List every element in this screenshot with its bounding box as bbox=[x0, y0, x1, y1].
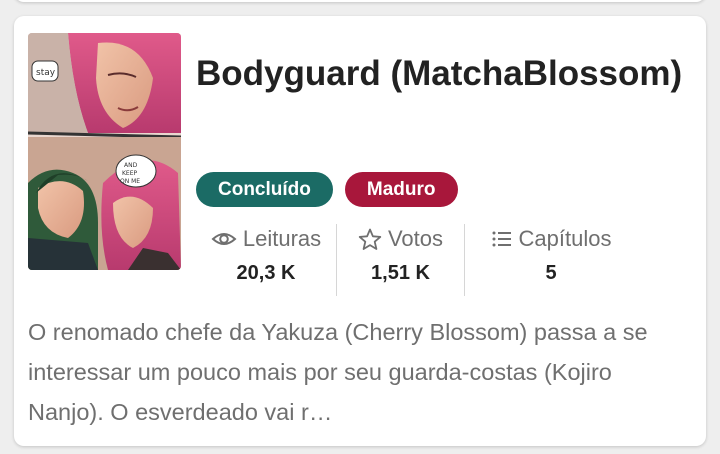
tag-completed[interactable]: Concluído bbox=[196, 172, 333, 207]
star-outline-icon bbox=[358, 228, 382, 251]
story-tags: Concluído Maduro bbox=[196, 172, 458, 207]
tag-mature[interactable]: Maduro bbox=[344, 172, 458, 207]
eye-icon bbox=[211, 229, 237, 249]
stat-reads-value: 20,3 K bbox=[236, 262, 296, 284]
svg-text:stay: stay bbox=[36, 68, 56, 78]
stat-votes: Votos 1,51 K bbox=[337, 222, 464, 296]
svg-text:ON ME: ON ME bbox=[120, 178, 140, 185]
cover-art-illustration: stay AND KEEP ON ME bbox=[28, 33, 181, 270]
stat-parts-label: Capítulos bbox=[518, 226, 612, 251]
stat-parts: Capítulos 5 bbox=[465, 222, 637, 296]
stat-reads: Leituras 20,3 K bbox=[196, 222, 336, 296]
story-card[interactable]: stay AND KEEP ON ME Bodyguard (MatchaBlo… bbox=[14, 16, 706, 446]
stat-votes-label: Votos bbox=[387, 226, 444, 251]
stat-reads-label: Leituras bbox=[242, 226, 322, 251]
list-icon bbox=[491, 230, 513, 248]
svg-text:KEEP: KEEP bbox=[122, 170, 138, 177]
story-title[interactable]: Bodyguard (MatchaBlossom) bbox=[196, 52, 686, 96]
stat-parts-value: 5 bbox=[545, 262, 557, 284]
stat-votes-value: 1,51 K bbox=[371, 262, 430, 284]
story-stats: Leituras 20,3 K Votos 1,51 K Capítulos 5 bbox=[196, 222, 637, 296]
story-cover-image[interactable]: stay AND KEEP ON ME bbox=[28, 33, 181, 270]
previous-story-card[interactable] bbox=[14, 0, 706, 2]
story-description[interactable]: O renomado chefe da Yakuza (Cherry Bloss… bbox=[28, 312, 678, 432]
svg-text:AND: AND bbox=[124, 162, 138, 169]
